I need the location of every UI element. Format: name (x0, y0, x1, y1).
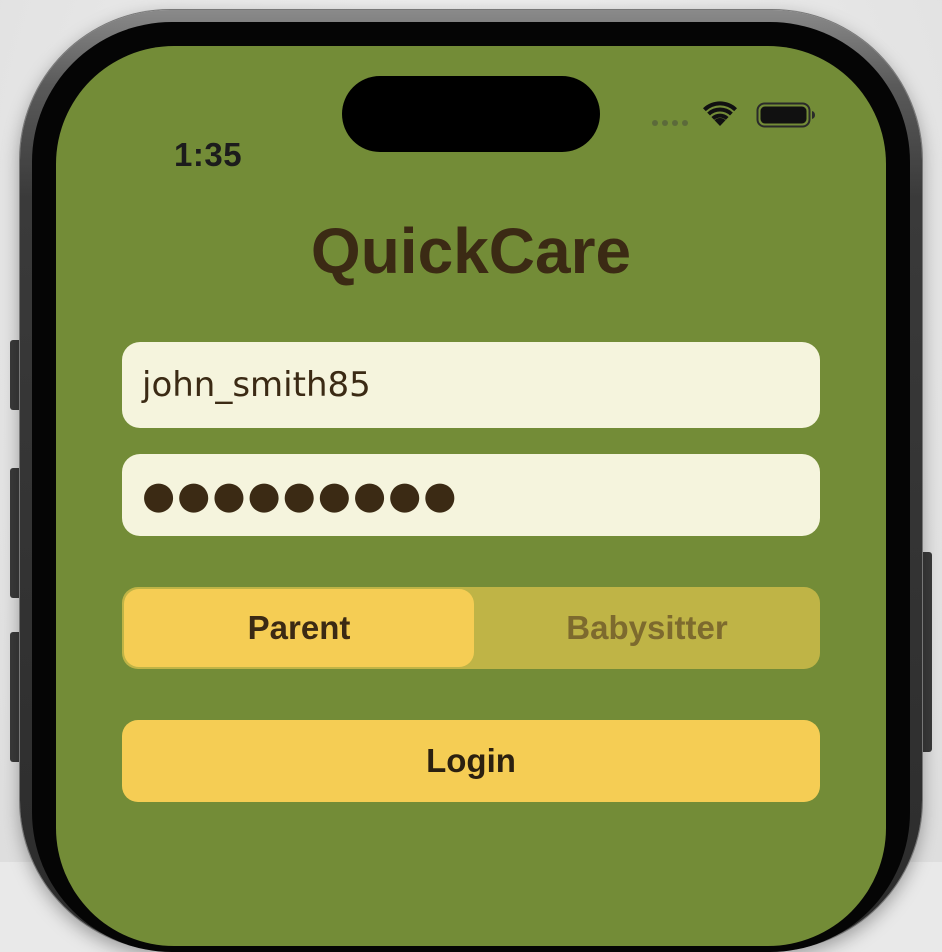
battery-icon (756, 102, 815, 128)
wifi-icon (703, 101, 737, 126)
login-button[interactable]: Login (122, 720, 820, 802)
role-option-babysitter[interactable]: Babysitter (474, 587, 820, 669)
password-value: ●●●●●●●●● (142, 473, 459, 517)
role-segmented-control: Parent Babysitter (122, 587, 820, 669)
phone-screen: 1:35 QuickCare john_smith85 ●●●●●●●●● Pa… (56, 46, 886, 946)
status-time: 1:35 (174, 136, 243, 173)
dynamic-island (342, 76, 600, 152)
username-value: john_smith85 (142, 365, 371, 405)
cellular-signal-icon (652, 120, 688, 126)
username-field[interactable]: john_smith85 (122, 342, 820, 428)
app-title: QuickCare (310, 215, 632, 287)
role-option-parent[interactable]: Parent (124, 589, 474, 667)
password-field[interactable]: ●●●●●●●●● (122, 454, 820, 536)
